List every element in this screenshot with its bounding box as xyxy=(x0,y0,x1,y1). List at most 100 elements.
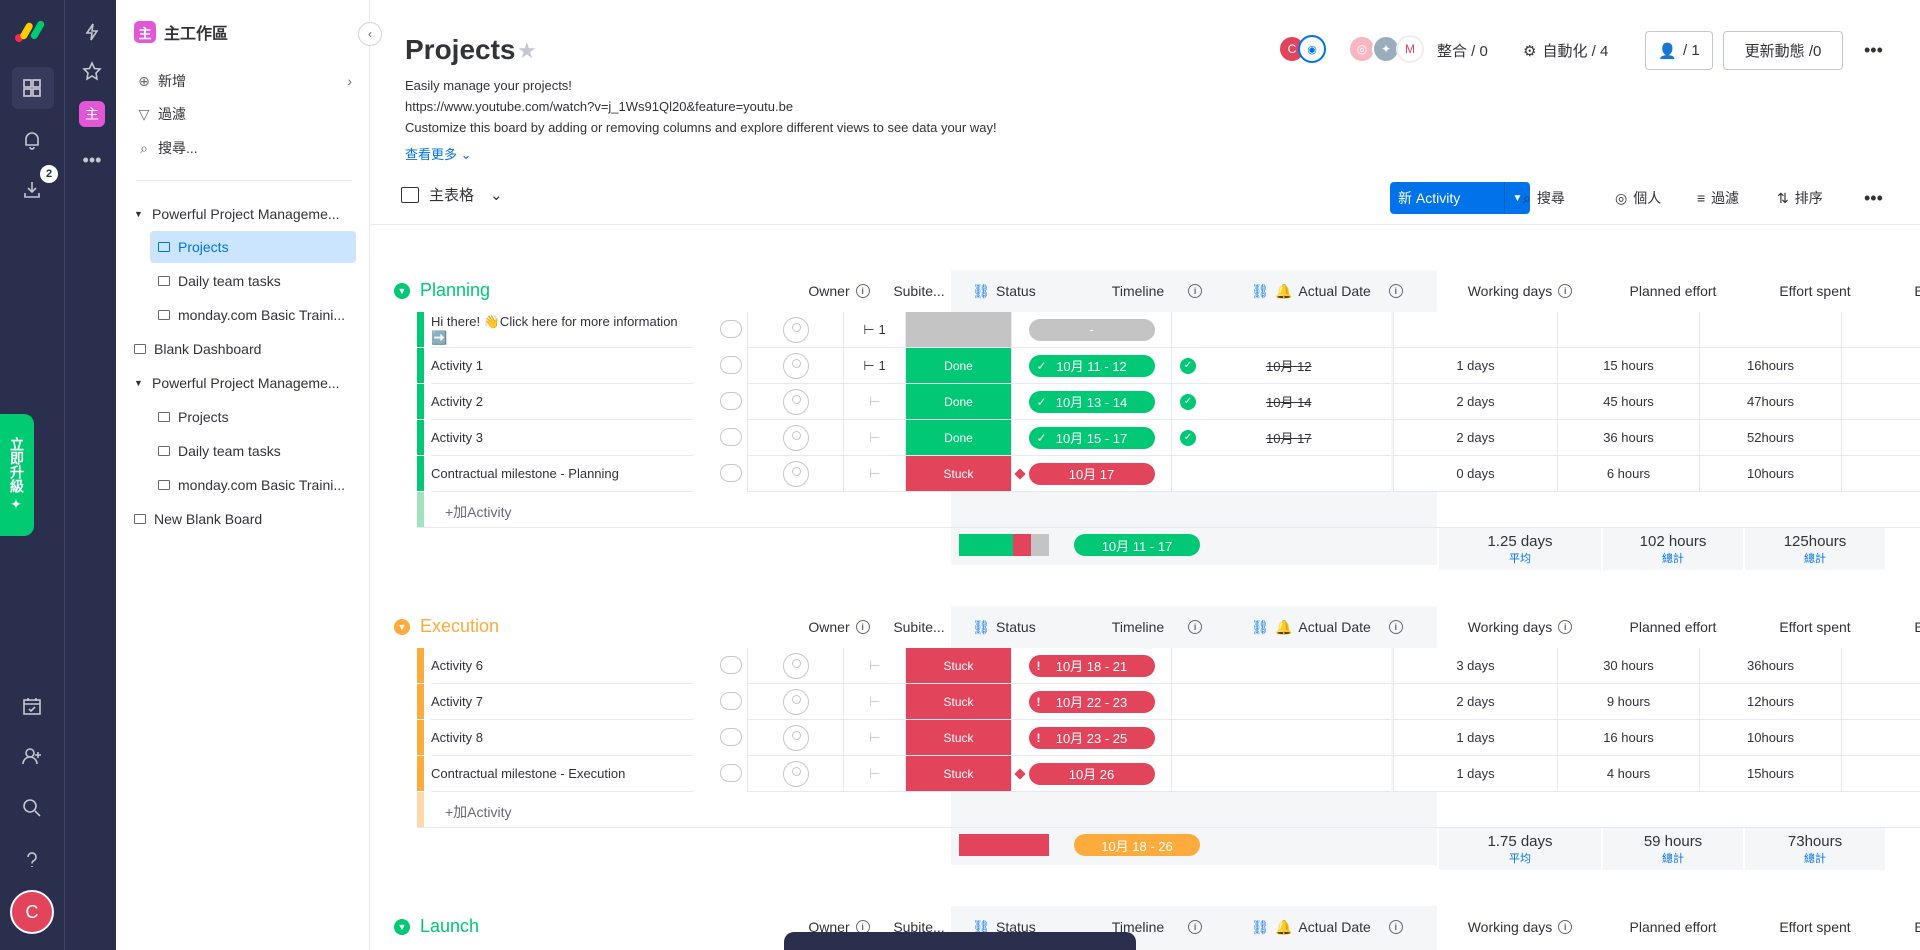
effort-spent-cell[interactable]: 15hours xyxy=(1699,756,1841,792)
planned-effort-cell[interactable]: 9 hours xyxy=(1557,684,1699,720)
table-row[interactable]: Contractual milestone - Planning ⊢ Stuck… xyxy=(417,456,1920,492)
effort-spent-cell[interactable]: 12hours xyxy=(1699,684,1841,720)
planned-effort-cell[interactable]: 16 hours xyxy=(1557,720,1699,756)
extra-cell[interactable] xyxy=(1841,384,1920,420)
item-name[interactable]: Contractual milestone - Planning xyxy=(431,456,693,492)
col-header-planned-effort[interactable]: Planned effort xyxy=(1603,906,1743,948)
status-cell[interactable]: Stuck xyxy=(905,456,1011,492)
planned-effort-cell[interactable]: 4 hours xyxy=(1557,756,1699,792)
chevron-down-icon[interactable]: ▼ xyxy=(394,918,410,935)
table-row[interactable]: Contractual milestone - Execution ⊢ Stuc… xyxy=(417,756,1920,792)
working-days-cell[interactable] xyxy=(1393,312,1557,348)
working-days-cell[interactable]: 2 days xyxy=(1393,420,1557,456)
timeline-cell[interactable]: ! 10月 23 - 25 xyxy=(1011,720,1171,756)
comment-icon[interactable] xyxy=(720,764,742,782)
working-days-cell[interactable]: 2 days xyxy=(1393,384,1557,420)
col-header-actual-date[interactable]: ⛓ 🔔 Actual Date i xyxy=(1217,606,1437,648)
sidebar-item-basic-training[interactable]: monday.com Basic Traini... xyxy=(150,299,356,331)
actual-date-cell[interactable]: ✓ 10月 14 xyxy=(1171,384,1391,420)
col-header-working-days[interactable]: Working days i xyxy=(1439,906,1601,948)
subitems-cell[interactable]: ⊢ xyxy=(843,420,905,456)
sidebar-item-blank-dashboard[interactable]: Blank Dashboard xyxy=(134,333,356,365)
col-header-planned-effort[interactable]: Planned effort xyxy=(1603,606,1743,648)
lightning-button[interactable] xyxy=(72,12,112,52)
col-header-working-days[interactable]: Working days i xyxy=(1439,270,1601,312)
sidebar-item-daily-team-tasks[interactable]: Daily team tasks xyxy=(150,265,356,297)
comment-icon[interactable] xyxy=(720,356,742,374)
toolbar-more-icon[interactable]: ••• xyxy=(1864,188,1883,209)
timeline-cell[interactable]: ! 10月 18 - 21 xyxy=(1011,648,1171,684)
status-cell[interactable]: Done xyxy=(905,384,1011,420)
planned-effort-cell[interactable]: 30 hours xyxy=(1557,648,1699,684)
extra-cell[interactable] xyxy=(1841,756,1920,792)
search-toolbar-button[interactable]: ⌕ 搜尋 xyxy=(1523,188,1565,208)
planned-effort-summary[interactable]: 102 hours 總計 xyxy=(1603,528,1743,570)
filter-button[interactable]: ▽ 過濾 xyxy=(136,104,186,124)
col-header-owner[interactable]: Owner i xyxy=(791,606,887,648)
table-row[interactable]: Activity 7 ⊢ Stuck ! 10月 22 - 23 2 days 9… xyxy=(417,684,1920,720)
extra-cell[interactable] xyxy=(1841,684,1920,720)
working-days-cell[interactable]: 1 days xyxy=(1393,348,1557,384)
sidebar-item-projects-2[interactable]: Projects xyxy=(150,401,356,433)
folder-item[interactable]: ▼ Powerful Project Manageme... xyxy=(134,198,356,230)
actual-date-cell[interactable] xyxy=(1171,648,1391,684)
favorites-button[interactable] xyxy=(72,51,112,91)
col-header-working-days[interactable]: Working days i xyxy=(1439,606,1601,648)
item-name[interactable]: Activity 6 xyxy=(431,648,693,684)
actual-date-cell[interactable]: ✓ 10月 12 xyxy=(1171,348,1391,384)
invite-members-button[interactable] xyxy=(12,736,52,776)
favorite-star-icon[interactable]: ★ xyxy=(517,38,537,64)
group-title[interactable]: ▼ Execution xyxy=(394,616,499,637)
actual-date-cell[interactable] xyxy=(1171,756,1391,792)
add-button[interactable]: ⊕ 新增 › xyxy=(136,71,352,91)
upgrade-button[interactable]: 立即升級 ✦ xyxy=(0,414,34,536)
planned-effort-cell[interactable]: 45 hours xyxy=(1557,384,1699,420)
extra-cell[interactable] xyxy=(1841,720,1920,756)
comment-icon[interactable] xyxy=(720,464,742,482)
table-row[interactable]: Activity 8 ⊢ Stuck ! 10月 23 - 25 1 days 1… xyxy=(417,720,1920,756)
table-row[interactable]: Activity 1 ⊢ 1 Done ✓ 10月 11 - 12 ✓ 10月 12 … xyxy=(417,348,1920,384)
status-summary-bar[interactable] xyxy=(959,534,1049,556)
workspace-header[interactable]: 主 主工作區 xyxy=(134,20,228,44)
working-days-cell[interactable]: 0 days xyxy=(1393,456,1557,492)
timeline-cell[interactable]: ! 10月 22 - 23 xyxy=(1011,684,1171,720)
effort-spent-cell[interactable]: 10hours xyxy=(1699,720,1841,756)
sidebar-item-projects[interactable]: Projects xyxy=(150,231,356,263)
info-icon[interactable]: i xyxy=(855,284,870,298)
item-name[interactable]: Contractual milestone - Execution xyxy=(431,756,693,792)
effort-spent-cell[interactable]: 52hours xyxy=(1699,420,1841,456)
col-header-timeline[interactable]: Timeline i xyxy=(1057,270,1217,312)
info-icon[interactable]: i xyxy=(1188,620,1203,634)
timeline-cell[interactable]: 10月 26 xyxy=(1011,756,1171,792)
workspace-mini-icon[interactable]: 主 xyxy=(79,101,105,127)
col-header-extra[interactable]: E xyxy=(1909,906,1920,948)
info-icon[interactable]: i xyxy=(1188,920,1203,934)
col-header-actual-date[interactable]: ⛓ 🔔 Actual Date i xyxy=(1217,906,1437,948)
add-item-row[interactable]: +加Activity xyxy=(417,792,1920,828)
eye-icon[interactable]: ◉ xyxy=(1298,35,1326,63)
owner-cell[interactable] xyxy=(747,312,843,348)
col-header-subitems[interactable]: Subite... xyxy=(887,606,951,648)
effort-spent-cell[interactable]: 16hours xyxy=(1699,348,1841,384)
notifications-button[interactable] xyxy=(12,120,52,160)
subitems-cell[interactable]: ⊢ 1 xyxy=(843,348,905,384)
collapse-sidebar-button[interactable]: ‹ xyxy=(358,22,382,46)
members-button[interactable]: 👤 / 1 xyxy=(1645,31,1713,70)
bottom-drawer-handle[interactable] xyxy=(784,932,1136,950)
item-name[interactable]: Hi there! 👋Click here for more informati… xyxy=(431,312,693,348)
comment-icon[interactable] xyxy=(720,392,742,410)
timeline-summary-pill[interactable]: 10月 18 - 26 xyxy=(1074,834,1200,856)
owner-cell[interactable] xyxy=(747,648,843,684)
integrate-button[interactable]: 整合 / 0 xyxy=(1437,40,1488,61)
more-dots-icon[interactable]: ••• xyxy=(72,140,112,180)
table-row[interactable]: Hi there! 👋Click here for more informati… xyxy=(417,312,1920,348)
subitems-cell[interactable]: ⊢ xyxy=(843,384,905,420)
sidebar-item-daily-team-tasks-2[interactable]: Daily team tasks xyxy=(150,435,356,467)
owner-cell[interactable] xyxy=(747,756,843,792)
status-cell[interactable] xyxy=(905,312,1011,348)
col-header-effort-spent[interactable]: Effort spent xyxy=(1745,270,1885,312)
person-filter-button[interactable]: ◎ 個人 xyxy=(1615,188,1661,208)
sidebar-item-new-blank-board[interactable]: New Blank Board xyxy=(134,503,356,535)
item-name[interactable]: Activity 2 xyxy=(431,384,693,420)
folder-item[interactable]: ▼ Powerful Project Manageme... xyxy=(134,367,356,399)
